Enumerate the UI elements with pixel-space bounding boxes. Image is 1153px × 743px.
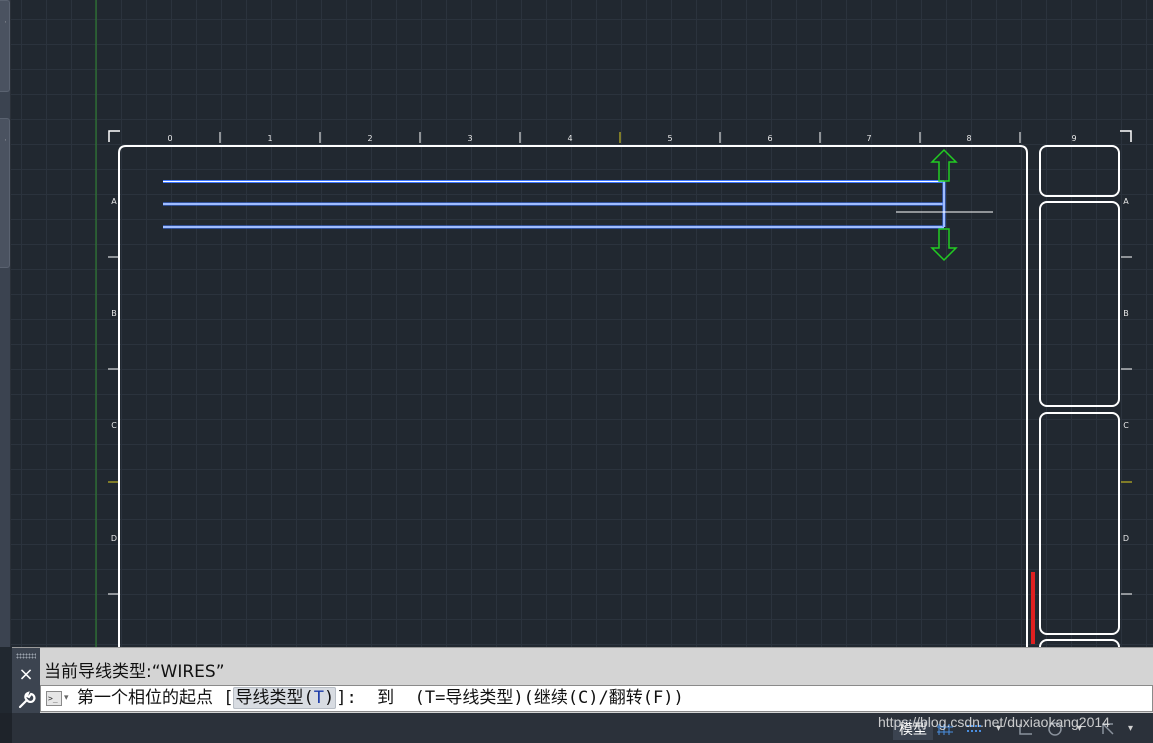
column-tick-label: 1 bbox=[267, 134, 272, 143]
title-block-cell-2 bbox=[1039, 201, 1120, 407]
row-ruler-right: A B C D bbox=[1121, 197, 1132, 595]
row-tick-label: A bbox=[111, 197, 117, 206]
row-tick-label: D bbox=[111, 534, 117, 543]
command-history-line: 当前导线类型:“WIRES” bbox=[44, 662, 225, 682]
command-input[interactable]: >_ ▾ 第一个相位的起点 [导线类型(T)]: 到 (T=导线类型)(继续(C… bbox=[40, 685, 1153, 712]
row-tick-label: B bbox=[111, 309, 117, 318]
column-tick-label: 4 bbox=[567, 134, 572, 143]
option-key: T bbox=[313, 688, 324, 708]
wire-group[interactable] bbox=[163, 180, 946, 229]
chevron-down-icon[interactable]: ▾ bbox=[64, 690, 69, 706]
column-tick-label: 9 bbox=[1071, 134, 1076, 143]
column-tick-label: 5 bbox=[667, 134, 672, 143]
command-prompt-icon[interactable]: >_ bbox=[46, 691, 62, 706]
row-ruler: A B C D bbox=[108, 197, 119, 595]
row-tick-label: A bbox=[1123, 197, 1129, 206]
column-tick-label: 6 bbox=[767, 134, 772, 143]
row-tick-label: C bbox=[111, 421, 117, 430]
title-block-cell-3 bbox=[1039, 412, 1120, 635]
flip-up-arrow-grip[interactable] bbox=[930, 148, 958, 182]
title-block-cell-4 bbox=[1039, 639, 1120, 647]
title-block-cell-1 bbox=[1039, 145, 1120, 197]
option-close: ) bbox=[323, 688, 335, 708]
corner-bracket-top-right bbox=[1120, 130, 1132, 142]
wrench-icon[interactable] bbox=[15, 690, 37, 710]
row-tick-label: C bbox=[1123, 421, 1129, 430]
drawing-svg: 0 1 2 3 4 5 6 7 8 9 A B C D A B C D bbox=[95, 0, 1132, 647]
status-bar-left bbox=[0, 713, 12, 743]
dropdown-icon[interactable]: ▾ bbox=[1128, 723, 1133, 737]
wire-type-option-button[interactable]: 导线类型(T) bbox=[233, 687, 337, 709]
title-block-frame bbox=[118, 145, 1028, 647]
row-tick-label: B bbox=[1123, 309, 1129, 318]
red-text-mark bbox=[1031, 572, 1035, 644]
column-ruler: 0 1 2 3 4 5 6 7 8 9 bbox=[167, 132, 1077, 143]
watermark-text: https://blog.csdn.net/duxiaokang2014 bbox=[878, 714, 1110, 730]
drawing-canvas[interactable]: · · 0123456789 ABCD ABCD bbox=[0, 0, 1153, 647]
column-tick-label: 8 bbox=[966, 134, 971, 143]
column-tick-label: 7 bbox=[866, 134, 871, 143]
prompt-before-text: 第一个相位的起点 [ bbox=[77, 688, 234, 708]
flip-down-arrow-grip[interactable] bbox=[930, 228, 958, 262]
prompt-after-text: ]: 到 (T=导线类型)(继续(C)/翻转(F)) bbox=[336, 688, 684, 708]
command-line-panel: × 当前导线类型:“WIRES” >_ ▾ 第一个相位的起点 [导线类型(T)]… bbox=[12, 647, 1153, 714]
close-icon[interactable]: × bbox=[15, 664, 37, 686]
command-prompt-text: 第一个相位的起点 [导线类型(T)]: 到 (T=导线类型)(继续(C)/翻转(… bbox=[77, 687, 684, 709]
column-tick-label: 0 bbox=[167, 134, 172, 143]
command-panel-grip[interactable]: × bbox=[12, 648, 40, 714]
corner-bracket-top-left bbox=[108, 130, 120, 142]
column-tick-label: 2 bbox=[367, 134, 372, 143]
column-tick-label: 3 bbox=[467, 134, 472, 143]
row-tick-label: D bbox=[1123, 534, 1129, 543]
option-label: 导线类型( bbox=[235, 688, 314, 708]
